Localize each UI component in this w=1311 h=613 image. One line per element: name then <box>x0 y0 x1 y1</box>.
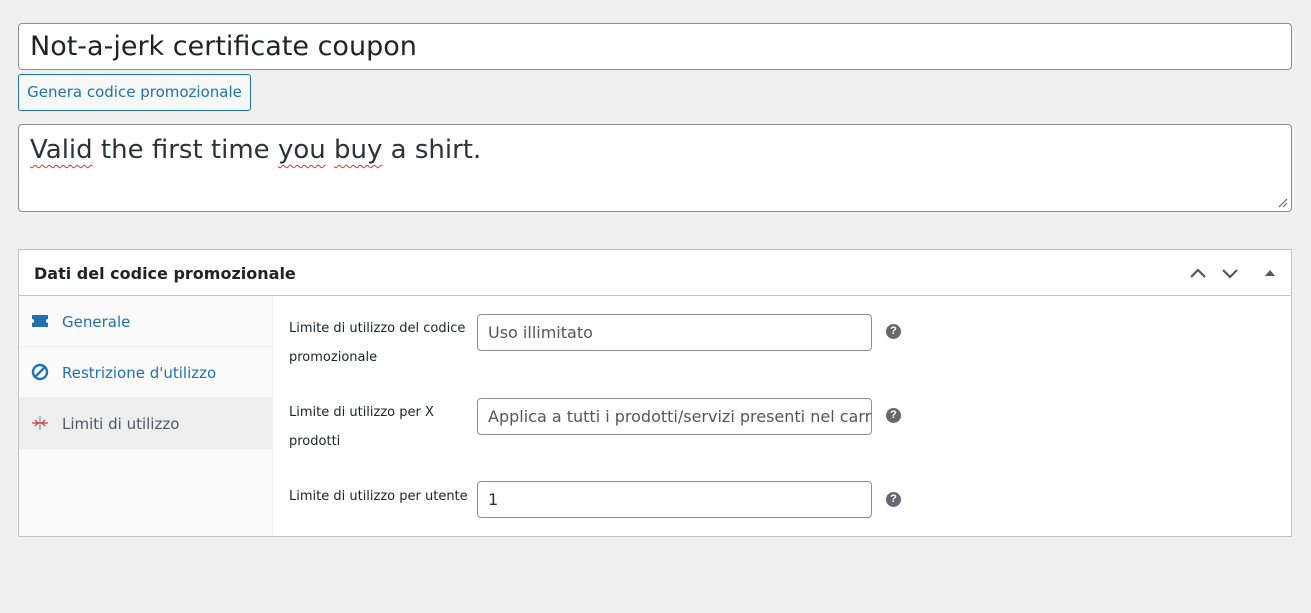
tab-label: Limiti di utilizzo <box>62 415 180 433</box>
ticket-icon <box>32 315 48 327</box>
tab-generale[interactable]: Generale <box>19 296 272 347</box>
coupon-title-input[interactable]: Not-a-jerk certificate coupon <box>18 23 1292 70</box>
usage-limit-per-coupon-label: Limite di utilizzo del codice promoziona… <box>289 321 466 365</box>
tab-label: Generale <box>62 313 131 331</box>
usage-limit-per-items-label: Limite di utilizzo per X prodotti <box>289 405 434 449</box>
toggle-panel-button[interactable] <box>1259 262 1281 284</box>
tab-limiti[interactable]: Limiti di utilizzo <box>19 398 272 449</box>
description-word: Valid <box>30 135 93 165</box>
coupon-data-panel: Dati del codice promozionale Generale Re… <box>18 249 1292 537</box>
description-word: a shirt. <box>390 135 482 165</box>
usage-limit-per-coupon-input[interactable]: Uso illimitato <box>477 314 872 351</box>
usage-limit-per-user-label: Limite di utilizzo per utente <box>289 489 468 504</box>
move-down-button[interactable] <box>1219 262 1241 284</box>
chevron-up-icon <box>1190 268 1206 278</box>
limits-icon <box>32 416 48 430</box>
help-icon[interactable]: ? <box>886 492 901 507</box>
help-icon[interactable]: ? <box>886 324 901 339</box>
generate-coupon-code-button[interactable]: Genera codice promozionale <box>18 74 251 111</box>
usage-limit-per-user-input[interactable]: 1 <box>477 481 872 518</box>
tab-label: Restrizione d'utilizzo <box>62 364 217 382</box>
resize-handle-icon[interactable] <box>1278 198 1288 208</box>
description-word: buy <box>333 135 383 165</box>
move-up-button[interactable] <box>1187 262 1209 284</box>
coupon-data-tabs: Generale Restrizione d'utilizzo Limiti d… <box>19 296 273 536</box>
panel-title: Dati del codice promozionale <box>34 264 296 283</box>
help-icon[interactable]: ? <box>886 408 901 423</box>
caret-up-icon <box>1265 270 1275 276</box>
coupon-edit-page: Not-a-jerk certificate coupon Genera cod… <box>0 0 1311 613</box>
usage-limit-per-items-input[interactable]: Applica a tutti i prodotti/servizi prese… <box>477 398 872 435</box>
description-word: you <box>277 135 326 165</box>
panel-header: Dati del codice promozionale <box>19 250 1291 296</box>
tab-restrizione[interactable]: Restrizione d'utilizzo <box>19 347 272 398</box>
coupon-description-textarea[interactable]: Valid the first time you buy a shirt. <box>18 124 1292 212</box>
ban-icon <box>31 363 49 381</box>
chevron-down-icon <box>1222 269 1238 279</box>
description-word: the first time <box>100 135 270 165</box>
